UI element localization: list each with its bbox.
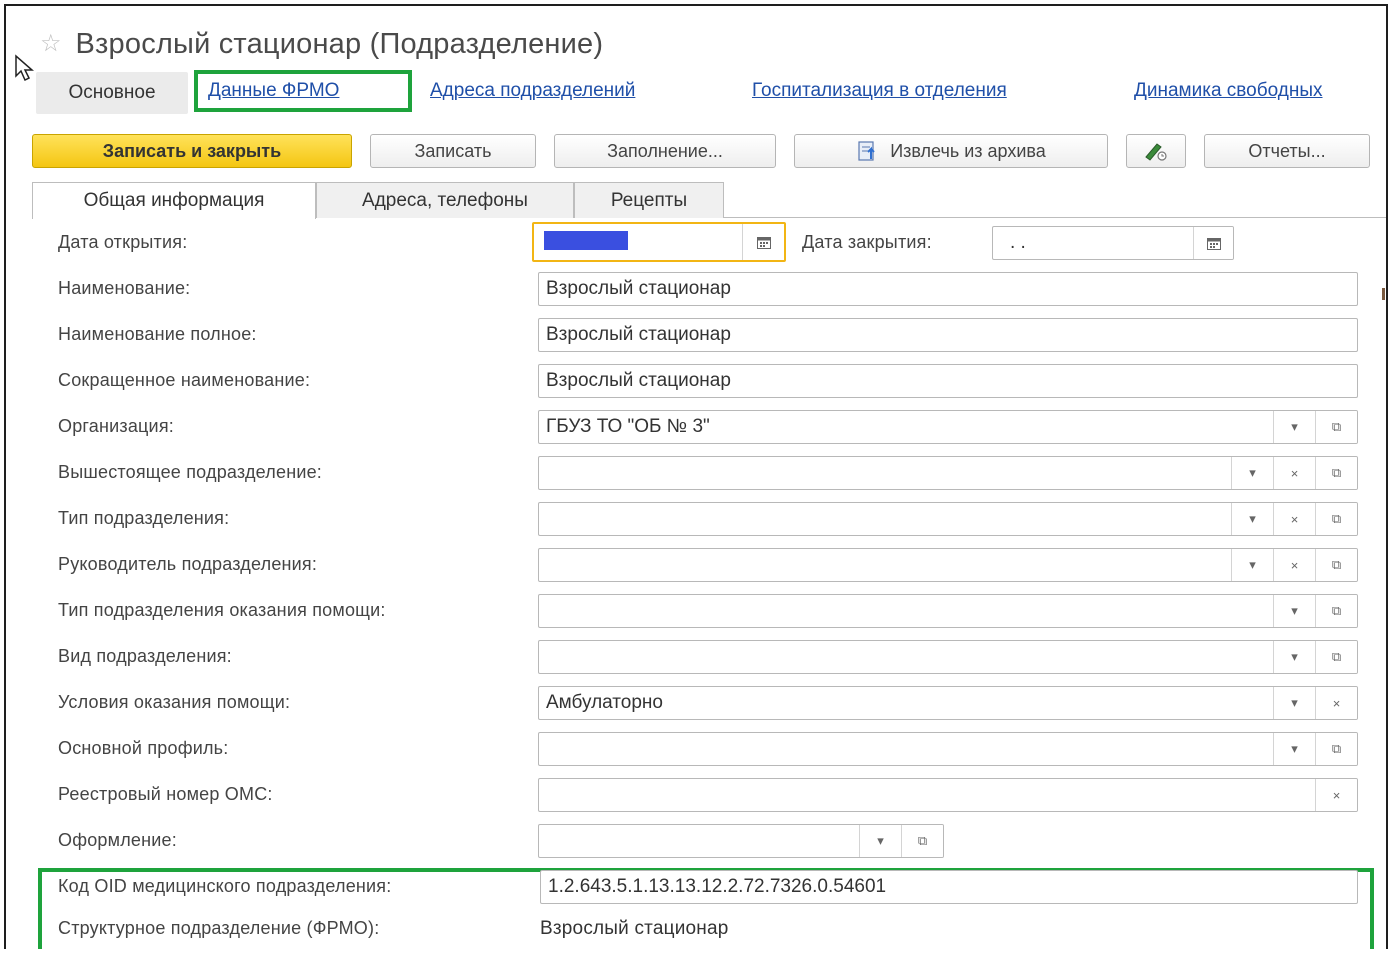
fill-button[interactable]: Заполнение... <box>554 134 776 168</box>
clear-x-icon[interactable]: × <box>1315 779 1357 811</box>
sign-button[interactable] <box>1126 134 1186 168</box>
close-date-field[interactable]: . . <box>992 226 1234 260</box>
main-profile-label: Основной профиль: <box>58 738 229 758</box>
window-title-row: ☆ Взрослый стационар (Подразделение) <box>40 24 603 64</box>
dropdown-arrow-icon[interactable]: ▾ <box>1273 411 1315 443</box>
form-window: ☆ Взрослый стационар (Подразделение) Осн… <box>4 4 1388 949</box>
short-name-field[interactable]: Взрослый стационар <box>538 364 1358 398</box>
full-name-label: Наименование полное: <box>58 324 257 344</box>
dropdown-arrow-icon[interactable]: ▾ <box>1273 687 1315 719</box>
main-profile-field[interactable]: ▾ ⧉ <box>538 732 1358 766</box>
oms-number-field[interactable]: × <box>538 778 1358 812</box>
dropdown-arrow-icon[interactable]: ▾ <box>859 825 901 857</box>
parent-unit-label: Вышестоящее подразделение: <box>58 462 323 482</box>
clear-x-icon[interactable]: × <box>1273 503 1315 535</box>
open-window-icon[interactable]: ⧉ <box>1315 411 1357 443</box>
tab-general-info[interactable]: Общая информация <box>32 182 316 219</box>
window-title: Взрослый стационар (Подразделение) <box>75 27 604 60</box>
open-date-selection <box>544 231 628 250</box>
extract-archive-label: Извлечь из архива <box>890 140 1046 161</box>
save-and-close-button[interactable]: Записать и закрыть <box>32 134 352 168</box>
dropdown-arrow-icon[interactable]: ▾ <box>1273 733 1315 765</box>
clear-x-icon[interactable]: × <box>1273 549 1315 581</box>
save-button[interactable]: Записать <box>370 134 536 168</box>
unit-kind-label: Вид подразделения: <box>58 646 232 666</box>
dropdown-arrow-icon[interactable]: ▾ <box>1231 549 1273 581</box>
nav-item-hospitalization[interactable]: Госпитализация в отделения <box>752 80 1007 102</box>
open-window-icon[interactable]: ⧉ <box>901 825 943 857</box>
unit-type-label: Тип подразделения: <box>58 508 230 528</box>
reports-button[interactable]: Отчеты... <box>1204 134 1370 168</box>
close-date-label: Дата закрытия: <box>802 232 932 252</box>
open-date-field[interactable] <box>532 222 786 262</box>
organization-label: Организация: <box>58 416 174 436</box>
open-date-label: Дата открытия: <box>58 232 188 252</box>
care-unit-type-field[interactable]: ▾ ⧉ <box>538 594 1358 628</box>
archive-extract-icon <box>858 141 875 161</box>
care-conditions-field[interactable]: Амбулаторно ▾ × <box>538 686 1358 720</box>
clear-x-icon[interactable]: × <box>1315 687 1357 719</box>
oid-code-field[interactable]: 1.2.643.5.1.13.13.12.2.72.7326.0.54601 <box>540 870 1358 904</box>
signature-pen-icon <box>1145 143 1167 161</box>
short-name-label: Сокращенное наименование: <box>58 370 311 390</box>
oid-code-label: Код OID медицинского подразделения: <box>58 876 392 896</box>
calendar-icon[interactable] <box>742 224 784 260</box>
nav-item-unit-addresses[interactable]: Адреса подразделений <box>430 80 635 102</box>
open-window-icon[interactable]: ⧉ <box>1315 457 1357 489</box>
open-window-icon[interactable]: ⧉ <box>1315 549 1357 581</box>
tab-prescriptions[interactable]: Рецепты <box>574 182 724 218</box>
parent-unit-field[interactable]: ▾ × ⧉ <box>538 456 1358 490</box>
open-window-icon[interactable]: ⧉ <box>1315 595 1357 627</box>
design-field[interactable]: ▾ ⧉ <box>538 824 944 858</box>
care-unit-type-label: Тип подразделения оказания помощи: <box>58 600 386 620</box>
full-name-field[interactable]: Взрослый стационар <box>538 318 1358 352</box>
open-window-icon[interactable]: ⧉ <box>1315 503 1357 535</box>
scroll-marker <box>1382 288 1385 300</box>
extract-archive-button[interactable]: Извлечь из архива <box>794 134 1108 168</box>
open-window-icon[interactable]: ⧉ <box>1315 641 1357 673</box>
nav-item-free-dynamics[interactable]: Динамика свободных <box>1134 80 1323 102</box>
dropdown-arrow-icon[interactable]: ▾ <box>1231 503 1273 535</box>
star-outline-icon[interactable]: ☆ <box>40 32 62 56</box>
open-window-icon[interactable]: ⧉ <box>1315 733 1357 765</box>
nav-item-main[interactable]: Основное <box>36 72 188 114</box>
unit-type-field[interactable]: ▾ × ⧉ <box>538 502 1358 536</box>
design-label: Оформление: <box>58 830 177 850</box>
unit-head-field[interactable]: ▾ × ⧉ <box>538 548 1358 582</box>
unit-head-label: Руководитель подразделения: <box>58 554 318 574</box>
organization-field[interactable]: ГБУЗ ТО "ОБ № 3" ▾ ⧉ <box>538 410 1358 444</box>
name-field[interactable]: Взрослый стационар <box>538 272 1358 306</box>
frmo-unit-label: Структурное подразделение (ФРМО): <box>58 918 380 938</box>
care-conditions-label: Условия оказания помощи: <box>58 692 291 712</box>
calendar-icon[interactable] <box>1193 227 1233 259</box>
clear-x-icon[interactable]: × <box>1273 457 1315 489</box>
unit-kind-field[interactable]: ▾ ⧉ <box>538 640 1358 674</box>
name-label: Наименование: <box>58 278 191 298</box>
dropdown-arrow-icon[interactable]: ▾ <box>1273 595 1315 627</box>
nav-item-frmo-data[interactable]: Данные ФРМО <box>208 80 339 102</box>
tab-addresses-phones[interactable]: Адреса, телефоны <box>316 182 574 218</box>
dropdown-arrow-icon[interactable]: ▾ <box>1273 641 1315 673</box>
frmo-unit-value: Взрослый стационар <box>540 918 729 939</box>
oms-number-label: Реестровый номер ОМС: <box>58 784 273 804</box>
dropdown-arrow-icon[interactable]: ▾ <box>1231 457 1273 489</box>
